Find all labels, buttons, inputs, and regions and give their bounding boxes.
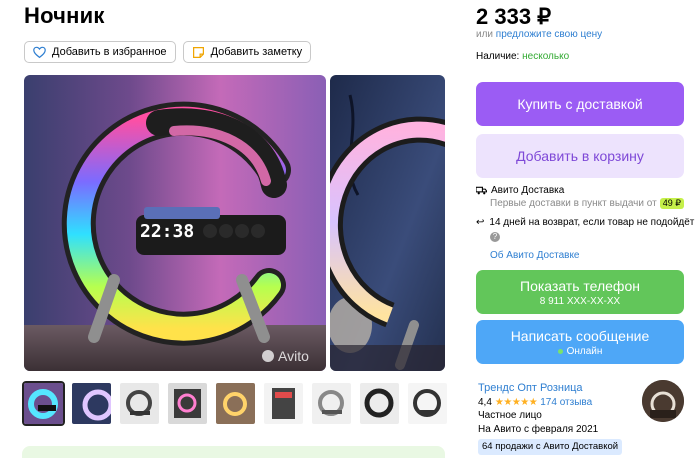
help-icon[interactable]: ? (490, 232, 500, 242)
thumbnail[interactable] (166, 381, 209, 426)
delivery-sub: Первые доставки в пункт выдачи от (490, 198, 657, 209)
thumbnail[interactable] (262, 381, 305, 426)
page-title: Ночник (24, 3, 105, 28)
return-text: 14 дней на возврат, если товар не подойд… (489, 217, 695, 228)
add-favorite-button[interactable]: Добавить в избранное (24, 41, 176, 63)
main-product-photo[interactable]: 22:38 Avito (24, 75, 326, 371)
clock-display: 22:38 (140, 221, 194, 242)
return-info: ↩ 14 дней на возврат, если товар не подо… (476, 217, 694, 228)
thumbnail[interactable] (358, 381, 401, 426)
add-note-button[interactable]: Добавить заметку (182, 41, 312, 63)
thumbnail[interactable] (214, 381, 257, 426)
seller-info: Трендс Опт Розница 4,4 ★★★★★ 174 отзыва … (478, 382, 623, 455)
availability-label: Наличие: (476, 51, 520, 62)
delivery-title: Авито Доставка (491, 185, 565, 196)
rating-value: 4,4 (478, 396, 492, 408)
rating-stars-icon: ★★★★★ (494, 396, 538, 408)
thumbnail[interactable] (70, 381, 113, 426)
photo-thumbnails (22, 381, 449, 426)
thumbnail[interactable] (310, 381, 353, 426)
heart-icon (33, 46, 46, 58)
phone-number: 8 911 XXX-XX-XX (539, 295, 621, 307)
suggest-price-link[interactable]: предложите свою цену (496, 29, 602, 40)
availability-value: несколько (522, 51, 570, 62)
phone-label: Показать телефон (520, 277, 640, 294)
thumbnail[interactable] (118, 381, 161, 426)
buy-label: Купить с доставкой (517, 96, 643, 112)
seller-type: Частное лицо (478, 410, 542, 421)
message-label: Написать сообщение (510, 327, 650, 344)
buy-with-delivery-button[interactable]: Купить с доставкой (476, 82, 684, 126)
note-icon (192, 46, 204, 58)
avito-watermark: Avito (278, 348, 309, 364)
promo-strip (22, 446, 445, 458)
product-actions: Добавить в избранное Добавить заметку (24, 41, 312, 63)
availability: Наличие: несколько (476, 51, 569, 62)
return-icon: ↩ (476, 217, 485, 228)
add-note-label: Добавить заметку (210, 46, 303, 58)
thumbnail[interactable] (406, 381, 449, 426)
online-status: Онлайн (557, 345, 603, 357)
thumbnail[interactable] (22, 381, 65, 426)
add-favorite-label: Добавить в избранное (52, 46, 167, 58)
write-message-button[interactable]: Написать сообщение Онлайн (476, 320, 684, 364)
delivery-info: Авито Доставка Первые доставки в пункт в… (476, 185, 684, 209)
show-phone-button[interactable]: Показать телефон 8 911 XXX-XX-XX (476, 270, 684, 314)
seller-since: На Авито с февраля 2021 (478, 423, 599, 435)
price-suggest: или предложите свою цену (476, 29, 602, 40)
delivery-price-badge: 49 ₽ (659, 198, 684, 209)
next-product-photo[interactable] (330, 75, 445, 371)
about-delivery-link[interactable]: Об Авито Доставке (490, 250, 580, 261)
cart-label: Добавить в корзину (516, 148, 644, 164)
price-or-text: или (476, 29, 494, 40)
online-dot-icon (557, 348, 563, 354)
seller-rating: 4,4 ★★★★★ 174 отзыва (478, 396, 622, 410)
seller-avatar[interactable] (642, 380, 684, 422)
reviews-link[interactable]: 174 отзыва (540, 396, 592, 410)
online-label: Онлайн (566, 345, 603, 357)
sales-badge: 64 продажи с Авито Доставкой (478, 439, 623, 455)
seller-name-link[interactable]: Трендс Опт Розница (478, 382, 622, 396)
price: 2 333 ₽ (476, 4, 552, 29)
truck-icon (476, 186, 487, 195)
add-to-cart-button[interactable]: Добавить в корзину (476, 134, 684, 178)
